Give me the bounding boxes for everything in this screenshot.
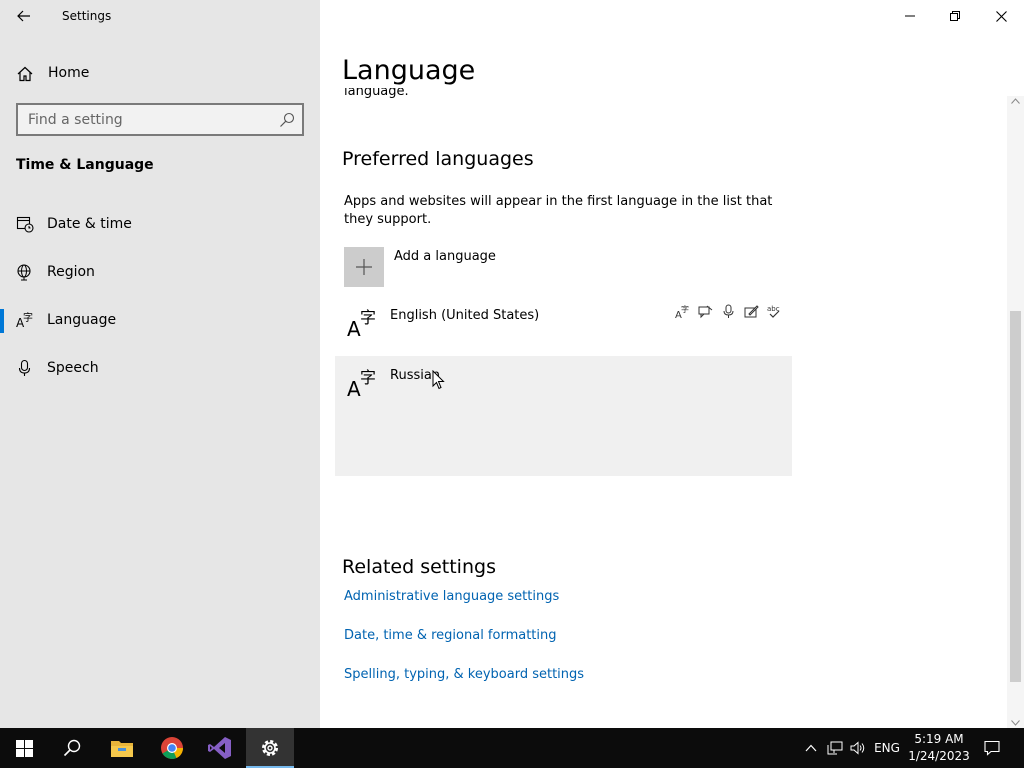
related-settings-heading: Related settings bbox=[342, 556, 496, 578]
visual-studio-taskbar-button[interactable] bbox=[196, 728, 244, 768]
input-language-indicator[interactable]: ENG bbox=[870, 728, 904, 768]
page-title: Language bbox=[342, 55, 476, 86]
back-arrow-icon bbox=[17, 10, 30, 22]
visual-studio-icon bbox=[208, 737, 231, 759]
sidebar-item-speech[interactable]: Speech bbox=[0, 349, 320, 389]
clock-calendar-icon bbox=[16, 216, 34, 233]
file-explorer-icon bbox=[111, 741, 133, 757]
display-language-icon: A字 bbox=[675, 304, 689, 319]
search-input[interactable] bbox=[18, 105, 268, 134]
svg-text:字: 字 bbox=[23, 311, 33, 324]
language-icon: A字 bbox=[347, 368, 376, 398]
microphone-icon bbox=[18, 359, 31, 376]
preferred-languages-description: Apps and websites will appear in the fir… bbox=[344, 194, 773, 227]
windows-start-icon bbox=[15, 739, 33, 757]
spelling-typing-keyboard-settings-link[interactable]: Spelling, typing, & keyboard settings bbox=[344, 667, 584, 682]
minimize-icon bbox=[905, 15, 915, 17]
home-label: Home bbox=[48, 65, 90, 81]
volume-tray-button[interactable] bbox=[847, 728, 869, 768]
mouse-cursor-icon bbox=[432, 370, 445, 390]
chrome-taskbar-button[interactable] bbox=[148, 728, 196, 768]
home-icon bbox=[17, 66, 33, 82]
taskbar: ENG 5:19 AM 1/24/2023 bbox=[0, 728, 1024, 768]
sidebar: Settings Home Time & Language Date & tim… bbox=[0, 0, 320, 728]
restore-button[interactable] bbox=[932, 0, 978, 32]
handwriting-icon bbox=[744, 305, 759, 318]
speech-recognition-icon bbox=[698, 305, 713, 319]
settings-taskbar-button[interactable] bbox=[246, 728, 294, 768]
language-item-russian[interactable]: A字 Russian bbox=[335, 356, 792, 476]
home-nav-item[interactable]: Home bbox=[0, 57, 320, 89]
sidebar-item-label: Region bbox=[47, 264, 95, 280]
globe-icon bbox=[17, 264, 31, 281]
language-icon: A字 bbox=[347, 308, 376, 338]
network-tray-button[interactable] bbox=[824, 728, 846, 768]
minimize-button[interactable] bbox=[887, 0, 933, 32]
clock-date: 1/24/2023 bbox=[908, 749, 970, 763]
svg-text:A: A bbox=[347, 377, 361, 398]
sidebar-item-region[interactable]: Region bbox=[0, 253, 320, 293]
settings-gear-icon bbox=[262, 740, 278, 756]
svg-text:字: 字 bbox=[681, 304, 689, 314]
add-language-label: Add a language bbox=[394, 249, 496, 264]
taskbar-clock[interactable]: 5:19 AM 1/24/2023 bbox=[906, 731, 972, 765]
notification-icon bbox=[984, 740, 1000, 756]
sidebar-item-date-time[interactable]: Date & time bbox=[0, 205, 320, 245]
add-language-button[interactable]: Add a language bbox=[344, 247, 644, 287]
language-name: English (United States) bbox=[390, 308, 540, 323]
chevron-up-icon bbox=[805, 744, 817, 752]
show-hidden-icons-button[interactable] bbox=[800, 728, 822, 768]
search-box[interactable] bbox=[16, 103, 304, 136]
start-button[interactable] bbox=[0, 728, 48, 768]
clock-time: 5:19 AM bbox=[914, 732, 964, 746]
text-to-speech-icon bbox=[723, 304, 734, 318]
scroll-up-icon[interactable] bbox=[1011, 98, 1020, 104]
language-feature-icons: A字 abc bbox=[675, 304, 782, 319]
vertical-scrollbar[interactable] bbox=[1007, 96, 1024, 728]
sidebar-item-label: Date & time bbox=[47, 216, 132, 232]
spellcheck-icon: abc bbox=[767, 305, 780, 318]
chrome-icon bbox=[161, 737, 183, 759]
volume-icon bbox=[850, 741, 865, 755]
svg-text:字: 字 bbox=[360, 368, 376, 387]
action-center-button[interactable] bbox=[978, 728, 1006, 768]
scroll-down-icon[interactable] bbox=[1011, 720, 1020, 726]
language-icon: A字 bbox=[16, 311, 33, 329]
close-icon bbox=[995, 10, 1007, 22]
close-button[interactable] bbox=[978, 0, 1024, 32]
administrative-language-settings-link[interactable]: Administrative language settings bbox=[344, 589, 559, 604]
search-icon[interactable] bbox=[279, 112, 295, 128]
back-button[interactable] bbox=[0, 0, 48, 32]
sidebar-item-label: Language bbox=[47, 312, 117, 328]
svg-text:A: A bbox=[347, 317, 361, 338]
plus-icon bbox=[344, 247, 384, 287]
scrollbar-thumb[interactable] bbox=[1010, 311, 1021, 682]
file-explorer-taskbar-button[interactable] bbox=[98, 728, 146, 768]
restore-icon bbox=[950, 11, 960, 21]
preferred-languages-heading: Preferred languages bbox=[342, 148, 534, 170]
section-title: Time & Language bbox=[16, 157, 154, 173]
sidebar-item-language[interactable]: A字 Language bbox=[0, 301, 320, 341]
date-time-regional-formatting-link[interactable]: Date, time & regional formatting bbox=[344, 628, 557, 643]
clipped-description: language. bbox=[344, 88, 409, 99]
sidebar-item-label: Speech bbox=[47, 360, 99, 376]
app-title: Settings bbox=[62, 9, 112, 23]
network-icon bbox=[827, 741, 843, 755]
svg-text:字: 字 bbox=[360, 308, 376, 327]
search-icon bbox=[63, 739, 81, 757]
taskbar-search-button[interactable] bbox=[48, 728, 96, 768]
language-item-english[interactable]: A字 English (United States) A字 abc bbox=[335, 296, 792, 354]
